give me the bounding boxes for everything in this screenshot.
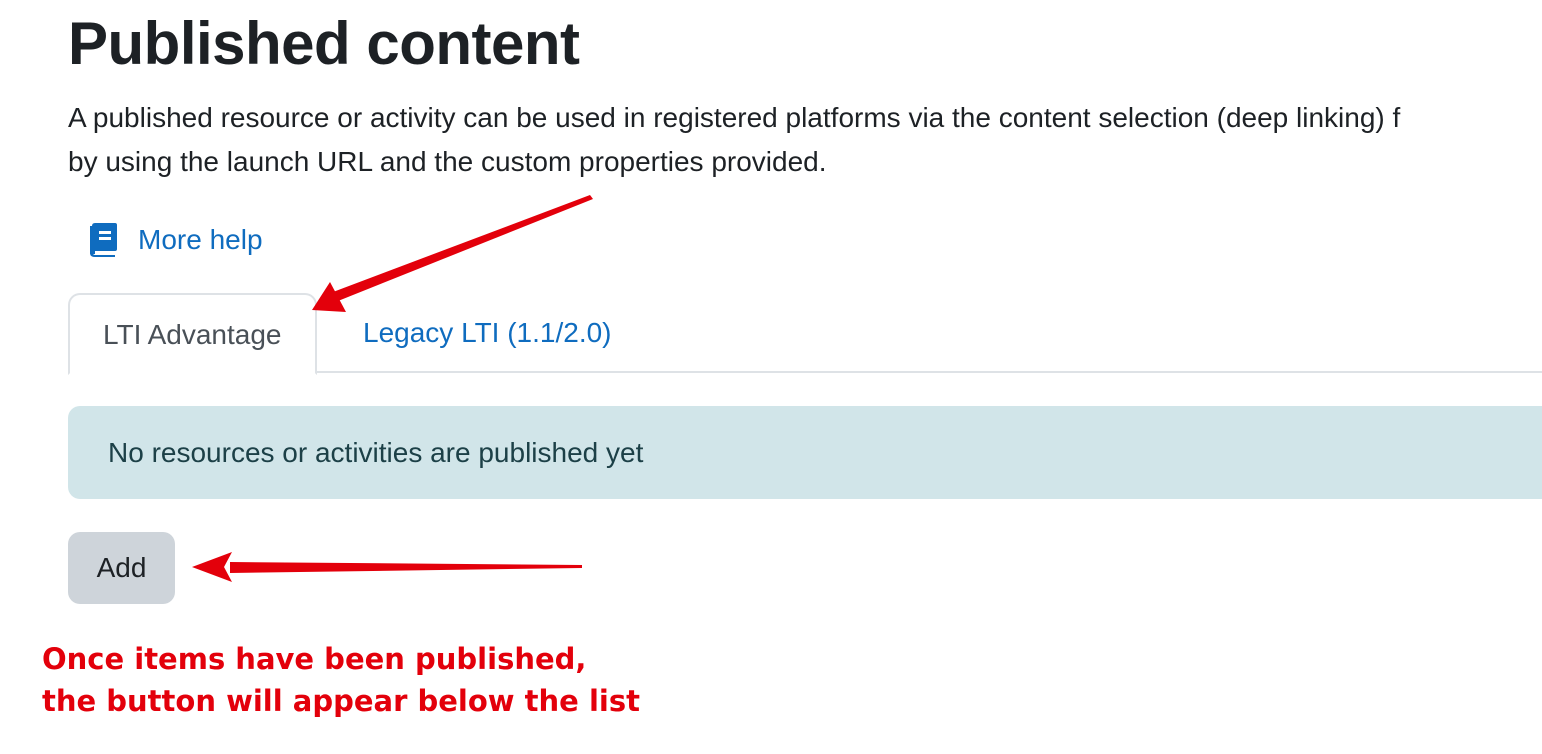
tab-lti-advantage[interactable]: LTI Advantage bbox=[68, 293, 317, 375]
tab-list: LTI Advantage Legacy LTI (1.1/2.0) bbox=[68, 293, 1542, 375]
page-description-line-1: A published resource or activity can be … bbox=[68, 102, 1401, 133]
more-help-label: More help bbox=[138, 224, 263, 255]
annotation-note: Once items have been published, the butt… bbox=[42, 638, 640, 722]
arrow-to-add-button bbox=[192, 552, 582, 582]
annotation-line-2: the button will appear below the list bbox=[42, 684, 640, 718]
page-description-line-2: by using the launch URL and the custom p… bbox=[68, 146, 827, 177]
add-button[interactable]: Add bbox=[68, 532, 175, 604]
annotation-line-1: Once items have been published, bbox=[42, 642, 587, 676]
no-content-alert: No resources or activities are published… bbox=[68, 406, 1542, 499]
page: Published content A published resource o… bbox=[0, 0, 1542, 754]
book-icon bbox=[88, 223, 118, 257]
page-description: A published resource or activity can be … bbox=[68, 96, 1400, 184]
tab-legacy-lti[interactable]: Legacy LTI (1.1/2.0) bbox=[330, 293, 645, 373]
page-title: Published content bbox=[68, 10, 580, 77]
more-help-link[interactable]: More help bbox=[88, 218, 263, 262]
